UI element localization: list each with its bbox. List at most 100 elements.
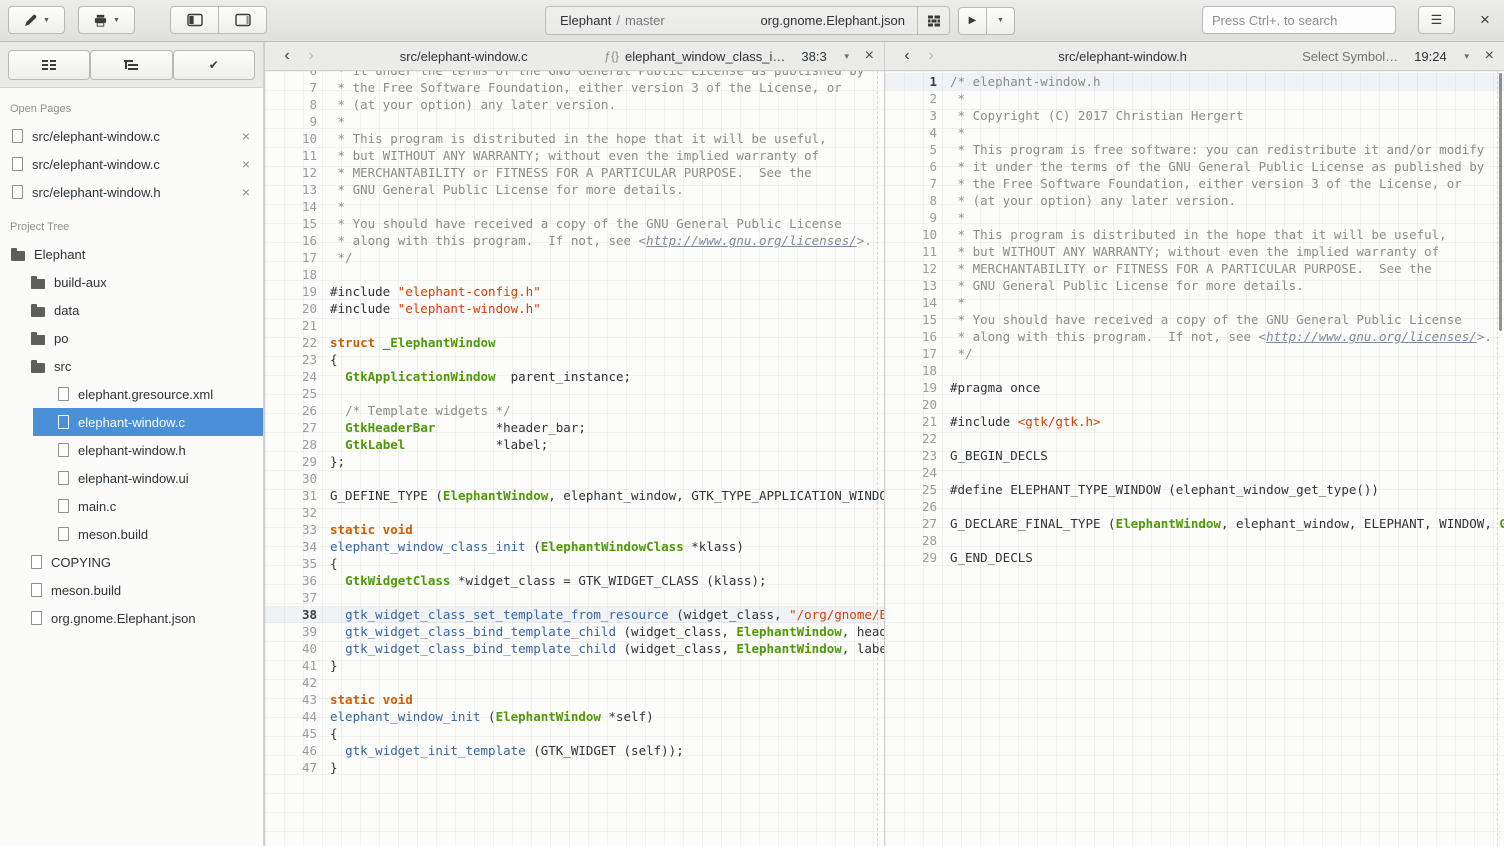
code-line[interactable]: 20#include "elephant-window.h" <box>265 300 884 317</box>
back-button[interactable]: ‹ <box>275 47 299 65</box>
line-number[interactable]: 44 <box>265 708 317 725</box>
code-line[interactable]: 12 * MERCHANTABILITY or FITNESS FOR A PA… <box>265 164 884 181</box>
line-number[interactable]: 27 <box>885 515 937 532</box>
line-number[interactable]: 15 <box>885 311 937 328</box>
code-line[interactable]: 37 <box>265 589 884 606</box>
line-number[interactable]: 26 <box>265 402 317 419</box>
line-number[interactable]: 22 <box>265 334 317 351</box>
line-number[interactable]: 10 <box>885 226 937 243</box>
code-line[interactable]: 14 * <box>885 294 1504 311</box>
code-line[interactable]: 19#pragma once <box>885 379 1504 396</box>
close-page-button[interactable]: × <box>242 184 250 200</box>
pane-options-button[interactable]: ▼ <box>843 52 851 61</box>
code-line[interactable]: 36 GtkWidgetClass *widget_class = GTK_WI… <box>265 572 884 589</box>
code-line[interactable]: 9 * <box>265 113 884 130</box>
line-number[interactable]: 12 <box>265 164 317 181</box>
code-line[interactable]: 19#include "elephant-config.h" <box>265 283 884 300</box>
tab-project-tree[interactable] <box>90 50 172 80</box>
omnibar[interactable]: Elephant / master org.gnome.Elephant.jso… <box>545 6 950 35</box>
line-number[interactable]: 14 <box>885 294 937 311</box>
line-number[interactable]: 9 <box>885 209 937 226</box>
line-number[interactable]: 43 <box>265 691 317 708</box>
line-number[interactable]: 17 <box>265 249 317 266</box>
line-number[interactable]: 19 <box>265 283 317 300</box>
code-line[interactable]: 28 <box>885 532 1504 549</box>
tree-item[interactable]: meson.build <box>0 576 263 604</box>
line-number[interactable]: 14 <box>265 198 317 215</box>
code-line[interactable]: 23G_BEGIN_DECLS <box>885 447 1504 464</box>
code-editor[interactable]: 1/* elephant-window.h2 *3 * Copyright (C… <box>885 71 1504 846</box>
device-button[interactable]: ▼ <box>78 6 135 34</box>
line-number[interactable]: 11 <box>265 147 317 164</box>
scrollbar[interactable] <box>1499 73 1502 331</box>
line-number[interactable]: 28 <box>265 436 317 453</box>
line-number[interactable]: 31 <box>265 487 317 504</box>
run-options-button[interactable]: ▼ <box>986 7 1015 35</box>
tree-item[interactable]: Elephant <box>0 240 263 268</box>
tab-todo[interactable]: ✔ <box>173 50 255 80</box>
line-number[interactable]: 4 <box>885 124 937 141</box>
search-input[interactable] <box>1202 6 1396 34</box>
toggle-right-panel-button[interactable] <box>218 6 267 34</box>
code-line[interactable]: 25 <box>265 385 884 402</box>
code-line[interactable]: 9 * <box>885 209 1504 226</box>
forward-button[interactable]: › <box>919 47 943 65</box>
code-line[interactable]: 38 gtk_widget_class_set_template_from_re… <box>265 606 884 623</box>
line-number[interactable]: 21 <box>265 317 317 334</box>
line-number[interactable]: 33 <box>265 521 317 538</box>
code-line[interactable]: 24 GtkApplicationWindow parent_instance; <box>265 368 884 385</box>
line-number[interactable]: 34 <box>265 538 317 555</box>
line-number[interactable]: 27 <box>265 419 317 436</box>
code-line[interactable]: 32 <box>265 504 884 521</box>
line-number[interactable]: 25 <box>885 481 937 498</box>
code-line[interactable]: 39 gtk_widget_class_bind_template_child … <box>265 623 884 640</box>
code-line[interactable]: 22struct _ElephantWindow <box>265 334 884 351</box>
tree-item[interactable]: main.c <box>0 492 263 520</box>
code-line[interactable]: 23{ <box>265 351 884 368</box>
back-button[interactable]: ‹ <box>895 47 919 65</box>
tab-open-pages[interactable] <box>8 50 90 80</box>
code-line[interactable]: 7 * the Free Software Foundation, either… <box>885 175 1504 192</box>
code-line[interactable]: 6 * it under the terms of the GNU Genera… <box>265 71 884 79</box>
line-number[interactable]: 12 <box>885 260 937 277</box>
tree-item[interactable]: elephant.gresource.xml <box>0 380 263 408</box>
code-line[interactable]: 18 <box>265 266 884 283</box>
line-number[interactable]: 7 <box>885 175 937 192</box>
open-page-item[interactable]: src/elephant-window.h× <box>0 178 263 206</box>
code-line[interactable]: 26 <box>885 498 1504 515</box>
line-number[interactable]: 38 <box>265 606 317 623</box>
code-line[interactable]: 21#include <gtk/gtk.h> <box>885 413 1504 430</box>
tree-item[interactable]: elephant-window.ui <box>0 464 263 492</box>
code-line[interactable]: 13 * GNU General Public License for more… <box>885 277 1504 294</box>
line-number[interactable]: 24 <box>265 368 317 385</box>
code-line[interactable]: 22 <box>885 430 1504 447</box>
line-number[interactable]: 8 <box>265 96 317 113</box>
code-line[interactable]: 18 <box>885 362 1504 379</box>
code-line[interactable]: 21 <box>265 317 884 334</box>
line-number[interactable]: 5 <box>885 141 937 158</box>
tree-item[interactable]: meson.build <box>0 520 263 548</box>
line-number[interactable]: 39 <box>265 623 317 640</box>
code-line[interactable]: 27 GtkHeaderBar *header_bar; <box>265 419 884 436</box>
line-number[interactable]: 29 <box>265 453 317 470</box>
code-line[interactable]: 28 GtkLabel *label; <box>265 436 884 453</box>
line-number[interactable]: 21 <box>885 413 937 430</box>
line-number[interactable]: 6 <box>265 71 317 79</box>
window-close-button[interactable]: × <box>1472 6 1498 34</box>
line-number[interactable]: 18 <box>885 362 937 379</box>
close-page-button[interactable]: × <box>242 128 250 144</box>
line-number[interactable]: 24 <box>885 464 937 481</box>
line-number[interactable]: 16 <box>885 328 937 345</box>
code-line[interactable]: 29}; <box>265 453 884 470</box>
code-line[interactable]: 24 <box>885 464 1504 481</box>
line-number[interactable]: 25 <box>265 385 317 402</box>
line-number[interactable]: 41 <box>265 657 317 674</box>
code-line[interactable]: 6 * it under the terms of the GNU Genera… <box>885 158 1504 175</box>
symbol-menu-button[interactable]: ƒ{} elephant_window_class_i… <box>604 49 785 64</box>
line-number[interactable]: 17 <box>885 345 937 362</box>
code-line[interactable]: 34elephant_window_class_init (ElephantWi… <box>265 538 884 555</box>
code-line[interactable]: 15 * You should have received a copy of … <box>265 215 884 232</box>
line-number[interactable]: 36 <box>265 572 317 589</box>
forward-button[interactable]: › <box>299 47 323 65</box>
line-number[interactable]: 46 <box>265 742 317 759</box>
